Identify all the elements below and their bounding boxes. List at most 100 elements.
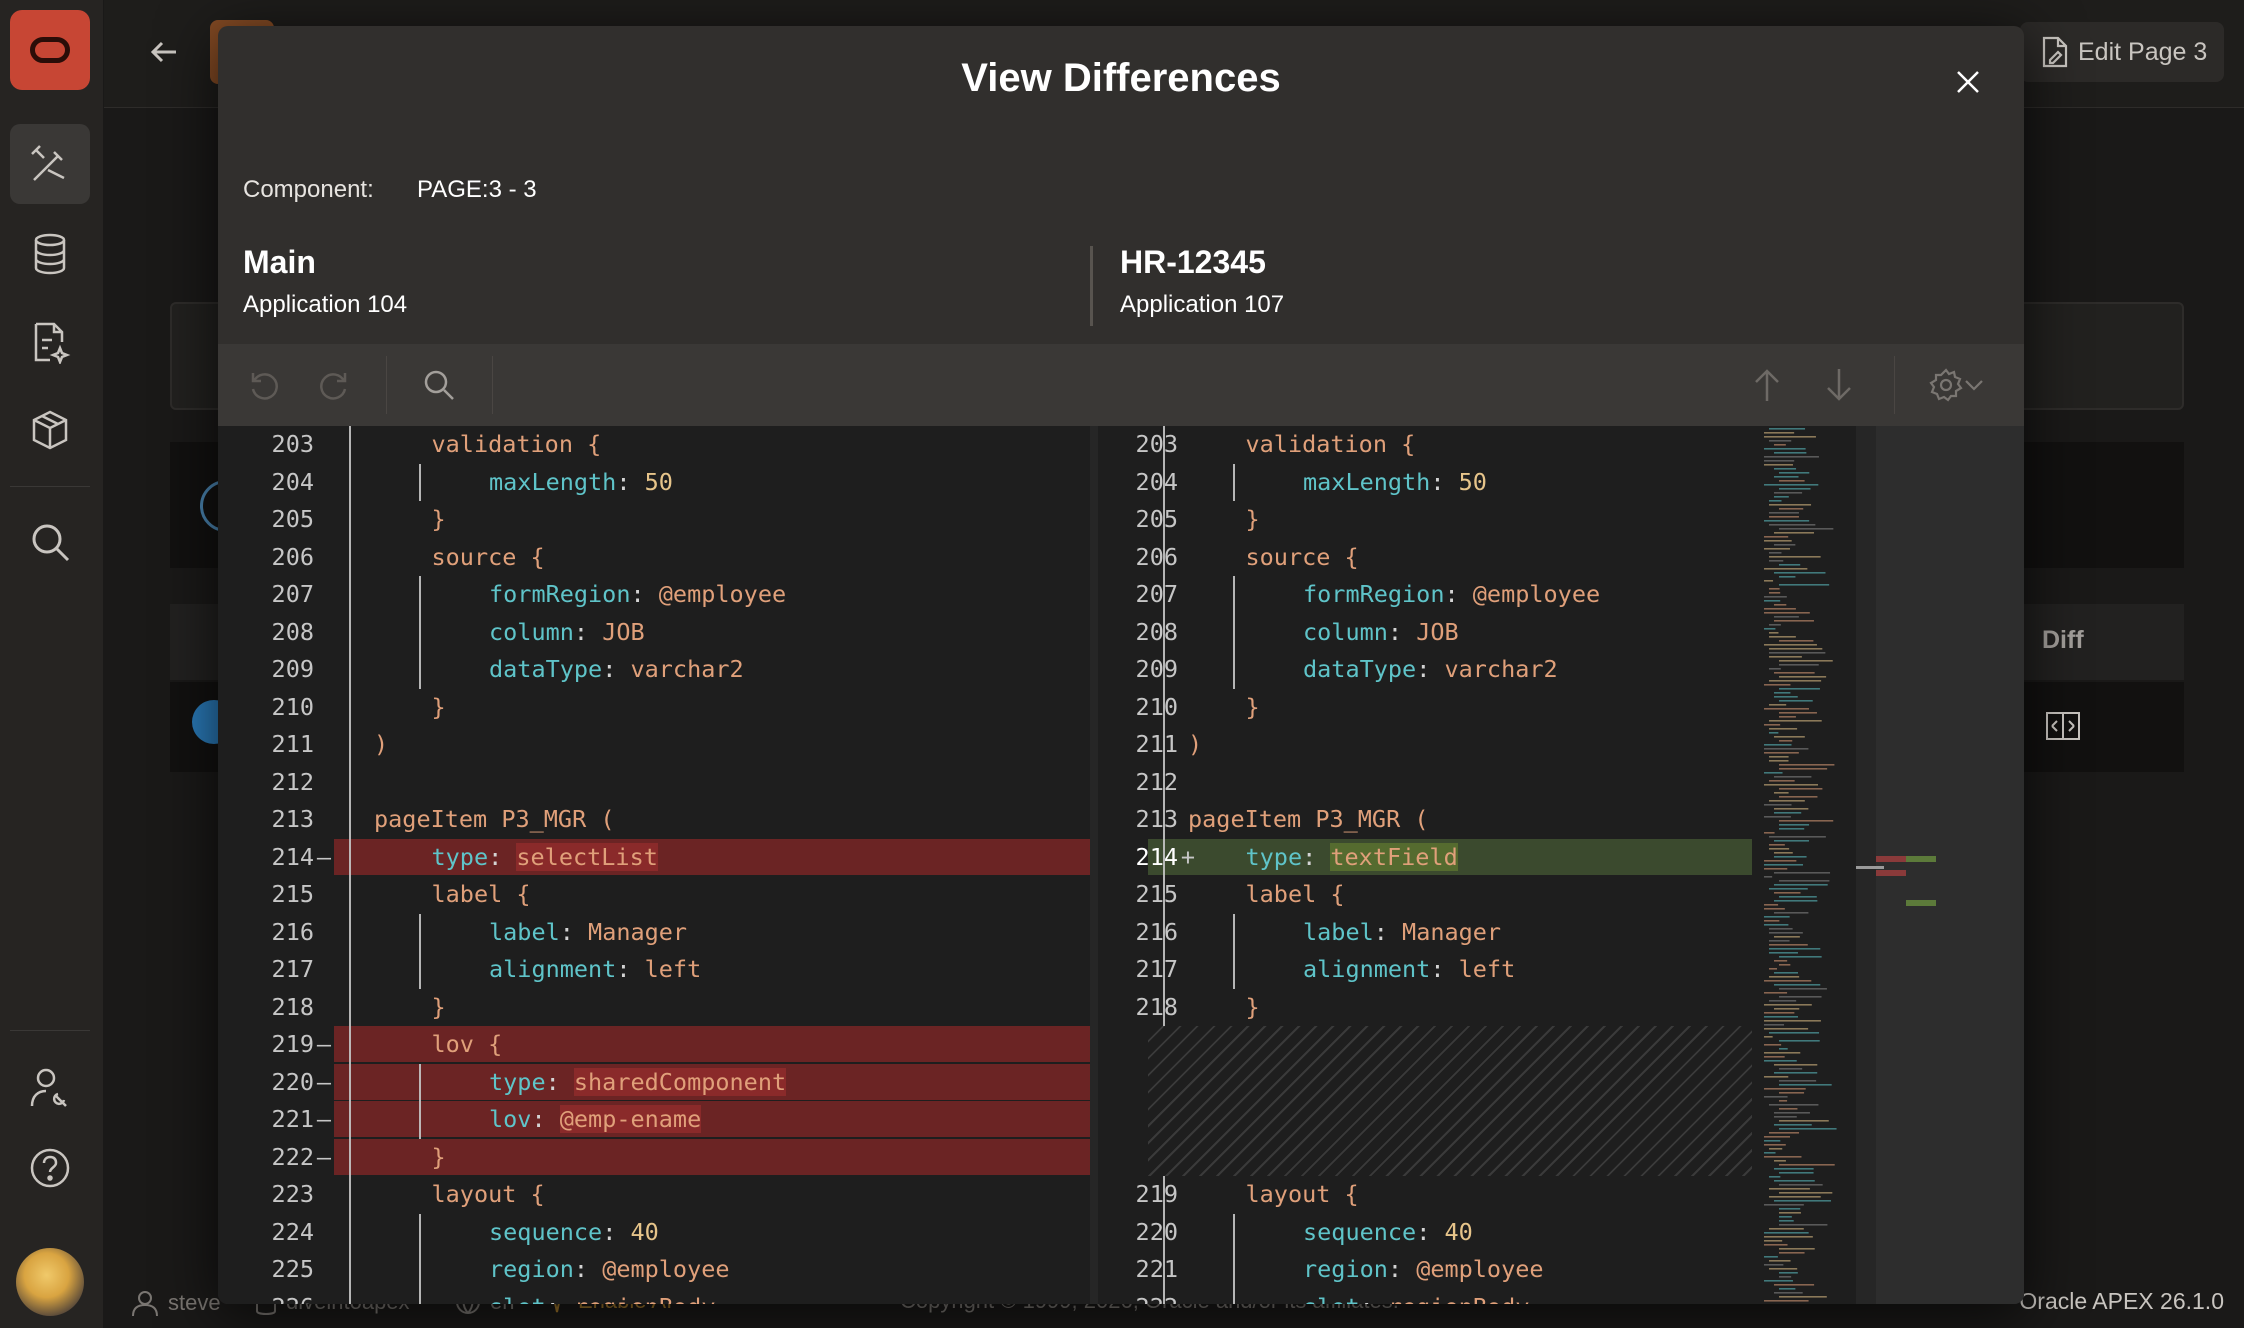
administration-nav[interactable]: [10, 1048, 90, 1128]
code-line[interactable]: 210}: [1098, 689, 1752, 725]
code-line[interactable]: 212: [1098, 764, 1752, 800]
minimap-line: [1764, 708, 1809, 710]
minimap-line: [1764, 832, 1775, 834]
pane-divider[interactable]: [1090, 426, 1098, 1304]
minimap-line: [1779, 1208, 1801, 1210]
code-line[interactable]: 209 dataType: varchar2: [1098, 651, 1752, 687]
minimap-line: [1779, 480, 1805, 482]
right-code-pane[interactable]: 203 validation {204 maxLength: 50 205} 206 so…: [1098, 426, 1752, 1304]
code-line[interactable]: 215 label {: [1098, 876, 1752, 912]
search-nav[interactable]: [10, 502, 90, 582]
minimap-line: [1774, 792, 1789, 794]
minimap-line: [1764, 1240, 1783, 1242]
app-builder-nav[interactable]: [10, 124, 90, 204]
code-line[interactable]: 205}: [1098, 501, 1752, 537]
code-line[interactable]: 204 maxLength: 50: [1098, 464, 1752, 500]
minimap-line: [1764, 1056, 1785, 1058]
change-marker: —: [316, 1030, 332, 1058]
left-code-pane[interactable]: 203 validation {204 maxLength: 50 205} 206 so…: [218, 426, 1090, 1304]
minimap-line: [1769, 944, 1808, 946]
undo-button[interactable]: [238, 360, 288, 410]
line-number: 217: [271, 955, 314, 983]
minimap-line: [1774, 892, 1801, 894]
line-number: 206: [271, 542, 314, 571]
minimap-line: [1769, 636, 1796, 638]
next-change-button[interactable]: [1814, 360, 1864, 410]
minimap-line: [1774, 912, 1809, 914]
close-icon[interactable]: [1948, 62, 1988, 102]
code-text: }: [431, 692, 446, 721]
code-line[interactable]: 208 column: JOB: [1098, 614, 1752, 650]
footer-user-label: steve: [168, 1290, 221, 1315]
minimap-line: [1764, 1052, 1801, 1054]
minimap-line: [1769, 952, 1798, 954]
code-line[interactable]: 222 slot: regionBody: [1098, 1289, 1752, 1305]
minimap-line: [1779, 1220, 1794, 1222]
search-button[interactable]: [414, 360, 464, 410]
minimap-line: [1769, 652, 1826, 654]
toolbar-separator: [1894, 356, 1895, 414]
code-text: type: textField: [1245, 842, 1458, 871]
help-nav[interactable]: [10, 1128, 90, 1208]
minimap-line: [1764, 1024, 1785, 1026]
minimap-line: [1769, 1148, 1783, 1150]
minimap-line: [1774, 468, 1797, 470]
code-line[interactable]: 220 sequence: 40: [1098, 1214, 1752, 1250]
line-number: 207: [1135, 580, 1178, 608]
overview-viewport[interactable]: [1876, 426, 2024, 1304]
code-line[interactable]: 203 validation {: [1098, 426, 1752, 462]
back-arrow-icon[interactable]: [146, 34, 182, 70]
diff-editor[interactable]: 203 validation {204 maxLength: 50 205} 206 so…: [218, 426, 2024, 1304]
footer-user[interactable]: steve: [130, 1288, 221, 1318]
redo-button[interactable]: [310, 360, 360, 410]
minimap-line: [1764, 1152, 1776, 1154]
gallery-nav[interactable]: [10, 390, 90, 470]
code-text: layout {: [431, 1180, 545, 1208]
minimap-line: [1769, 728, 1798, 730]
line-number: 222: [1098, 1289, 1178, 1305]
code-line[interactable]: 218}: [1098, 989, 1752, 1025]
minimap-line: [1774, 812, 1802, 814]
code-line[interactable]: 211): [1098, 726, 1752, 762]
view-differences-dialog: View Differences Component: PAGE:3 - 3 M…: [218, 26, 2024, 1304]
sql-workshop-nav[interactable]: [10, 214, 90, 294]
code-line[interactable]: 216 label: Manager: [1098, 914, 1752, 950]
minimap-line: [1779, 1092, 1805, 1094]
minimap-line: [1774, 1180, 1815, 1182]
minimap-line: [1769, 440, 1792, 442]
minimap-line: [1769, 704, 1787, 706]
minimap-line: [1774, 692, 1791, 694]
edit-page-button[interactable]: Edit Page 3: [2020, 22, 2224, 82]
minimap[interactable]: [1752, 426, 2024, 1304]
minimap-line: [1774, 616, 1799, 618]
code-line[interactable]: 219 layout {: [1098, 1176, 1752, 1212]
compare-icon[interactable]: [2046, 712, 2080, 740]
oracle-logo[interactable]: [10, 10, 90, 90]
team-development-nav[interactable]: [10, 302, 90, 382]
minimap-line: [1779, 1084, 1832, 1086]
line-number: 210: [1135, 692, 1178, 721]
minimap-line: [1764, 980, 1812, 982]
previous-change-button[interactable]: [1742, 360, 1792, 410]
code-line[interactable]: 221 region: @employee: [1098, 1251, 1752, 1287]
minimap-line: [1779, 1040, 1820, 1042]
line-number: 218: [1135, 992, 1178, 1021]
minimap-line: [1779, 664, 1819, 666]
code-line[interactable]: 207 formRegion: @employee: [1098, 576, 1752, 612]
code-text: }: [431, 1142, 446, 1171]
code-line[interactable]: 217 alignment: left: [1098, 951, 1752, 987]
code-line[interactable]: 214 + type: textField: [1098, 838, 1752, 875]
overview-mark-deleted: [1876, 856, 1906, 862]
minimap-line: [1779, 508, 1804, 510]
code-line[interactable]: 213 pageItem P3_MGR (: [1098, 801, 1752, 837]
minimap-line: [1764, 448, 1806, 450]
settings-menu-button[interactable]: [1918, 360, 1994, 410]
user-avatar[interactable]: [16, 1248, 84, 1316]
minimap-line: [1764, 600, 1781, 602]
minimap-scrollbar[interactable]: [1856, 426, 1876, 1304]
code-text: lov: @emp-ename: [489, 1105, 702, 1133]
minimap-line: [1769, 560, 1784, 562]
code-line[interactable]: 206 source {: [1098, 539, 1752, 575]
code-text: dataType: varchar2: [1303, 655, 1558, 683]
minimap-line: [1764, 724, 1781, 726]
